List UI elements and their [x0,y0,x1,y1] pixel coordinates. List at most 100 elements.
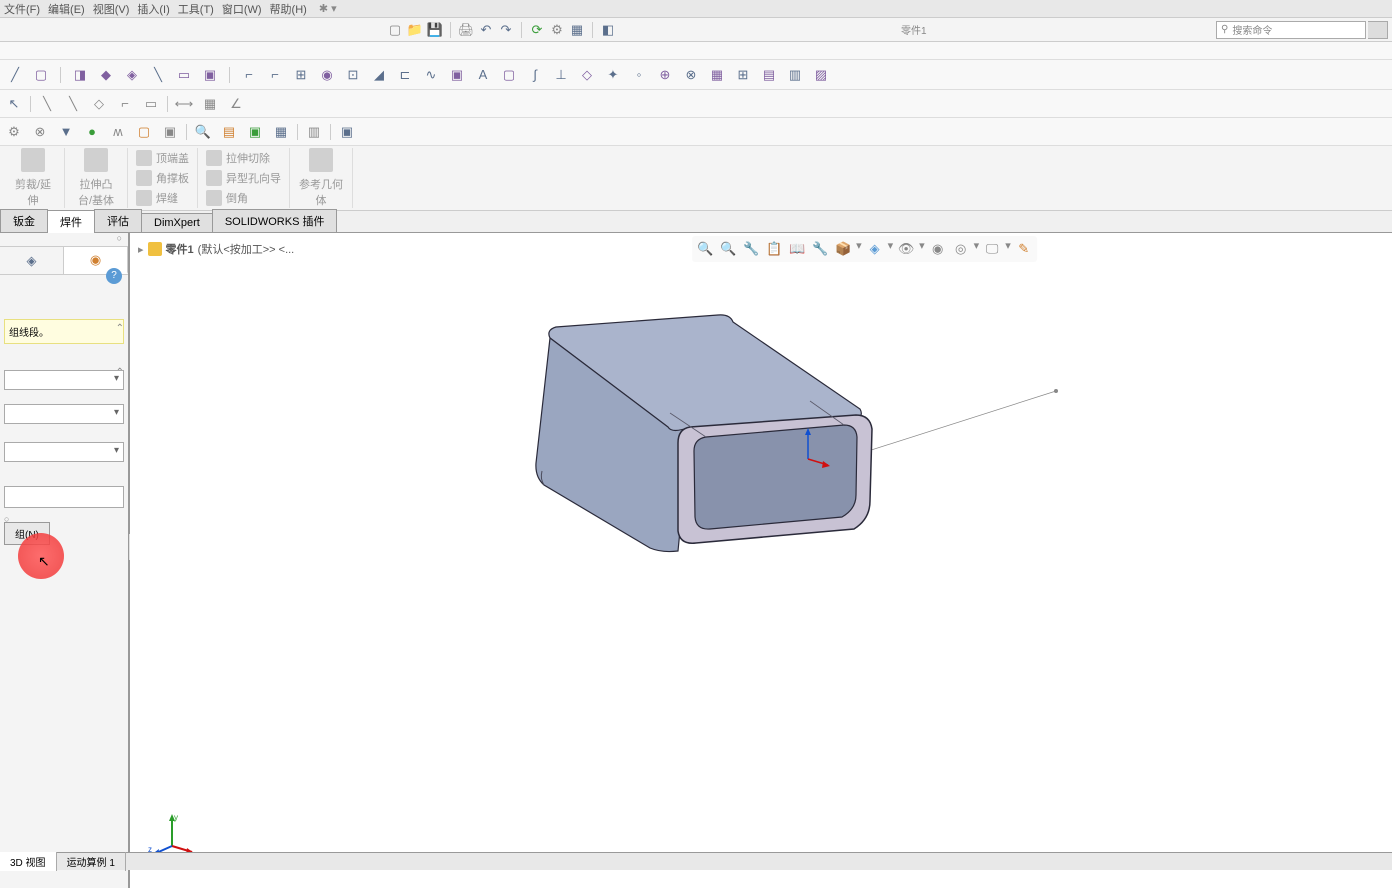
t4-icon[interactable]: ● [82,122,102,142]
axis-icon[interactable]: ✦ [602,64,624,86]
menu-edit[interactable]: 编辑(E) [48,1,85,17]
sketch-icon[interactable]: ▢ [30,64,52,86]
gusset-button[interactable]: 角撑板 [134,168,191,188]
t11-icon[interactable]: ▦ [271,122,291,142]
quick-access-toolbar: ▢ 📁 💾 🖨 ↶ ↷ ⟳ ⚙ ▦ ◧ 零件1 ⚲ 搜索命令 [0,18,1392,42]
point-icon[interactable]: ◦ [628,64,650,86]
sketch-rect-icon[interactable]: ╲ [63,94,83,114]
panel-tab-feature[interactable]: ◈ [0,247,64,274]
tab-motion-study[interactable]: 运动算例 1 [57,852,126,871]
text-icon[interactable]: A [472,64,494,86]
tool5-icon[interactable]: ▥ [784,64,806,86]
save-icon[interactable]: 💾 [426,21,444,39]
t9-icon[interactable]: ▤ [219,122,239,142]
fillet-icon[interactable]: ⌐ [238,64,260,86]
menu-file[interactable]: 文件(F) [4,1,40,17]
undo-icon[interactable]: ↶ [477,21,495,39]
draft-icon[interactable]: ◢ [368,64,390,86]
wrap-icon[interactable]: ∿ [420,64,442,86]
tab-weldments[interactable]: 焊件 [47,210,95,233]
tool4-icon[interactable]: ▤ [758,64,780,86]
tool-icon[interactable]: ▦ [568,21,586,39]
curve-icon[interactable]: ∫ [524,64,546,86]
search-button[interactable] [1368,21,1388,39]
cut-icon[interactable]: ▣ [199,64,221,86]
input-field[interactable] [4,486,124,508]
ref-geometry-button[interactable]: 参考几何体 [296,146,346,210]
sketch-circle-icon[interactable]: ◇ [89,94,109,114]
sketch-line-icon[interactable]: ╲ [37,94,57,114]
redo-icon[interactable]: ↷ [497,21,515,39]
shell-icon[interactable]: ⊏ [394,64,416,86]
weld-bead-button[interactable]: 焊缝 [134,188,191,208]
tool6-icon[interactable]: ▨ [810,64,832,86]
mate-icon[interactable]: ⊗ [680,64,702,86]
sketch-arc-icon[interactable]: ⌐ [115,94,135,114]
pattern-icon[interactable]: ⊞ [290,64,312,86]
loft-icon[interactable]: ╲ [147,64,169,86]
menu-help[interactable]: 帮助(H) [270,1,307,17]
box-icon[interactable]: ▢ [498,64,520,86]
extrude-cut-button[interactable]: 拉伸切除 [204,148,283,168]
options-icon[interactable]: ⚙ [548,21,566,39]
t3-icon[interactable]: ▼ [56,122,76,142]
plane-icon[interactable]: ◇ [576,64,598,86]
menu-window[interactable]: 窗口(W) [222,1,262,17]
rib-icon[interactable]: ⊡ [342,64,364,86]
grid-icon[interactable]: ▦ [200,94,220,114]
gear-icon[interactable]: ⚙ [4,122,24,142]
boundary-icon[interactable]: ▭ [173,64,195,86]
line-icon[interactable]: ╱ [4,64,26,86]
dropdown-3[interactable] [4,442,124,462]
menu-bar: 文件(F) 编辑(E) 视图(V) 插入(I) 工具(T) 窗口(W) 帮助(H… [0,0,1392,18]
dome-icon[interactable]: ▣ [446,64,468,86]
color-icon[interactable]: ◧ [599,21,617,39]
tool3-icon[interactable]: ⊞ [732,64,754,86]
tool2-icon[interactable]: ▦ [706,64,728,86]
menu-insert[interactable]: 插入(I) [137,1,169,17]
ref-icon[interactable]: ⊥ [550,64,572,86]
collapse-icon[interactable]: ⌃ [116,323,124,334]
main-area: ○ ◈ ◉ ? ⌃ 组线段。 ⌃ ○ 组(N) ↖ ▸ 零件1 (默 [0,233,1392,888]
t12-icon[interactable]: ▥ [304,122,324,142]
tab-addins[interactable]: SOLIDWORKS 插件 [212,209,338,232]
t8-icon[interactable]: 🔍 [193,122,213,142]
hole-wizard-button[interactable]: 异型孔向导 [204,168,283,188]
panel-body: ⌃ 组线段。 ⌃ ○ 组(N) ↖ [0,275,128,888]
menu-view[interactable]: 视图(V) [93,1,130,17]
chamfer-icon[interactable]: ⌐ [264,64,286,86]
view-triad[interactable]: y x z [148,810,196,858]
tab-evaluate[interactable]: 评估 [94,209,142,232]
dim-icon[interactable]: ⟷ [174,94,194,114]
sweep-icon[interactable]: ◈ [121,64,143,86]
search-input[interactable]: ⚲ 搜索命令 [1216,21,1366,39]
pattern2-icon[interactable]: ◉ [316,64,338,86]
dropdown-2[interactable] [4,404,124,424]
tab-3dview[interactable]: 3D 视图 [0,852,57,871]
tab-sheetmetal[interactable]: 钣金 [0,209,48,232]
menu-tools[interactable]: 工具(T) [178,1,214,17]
t5-icon[interactable]: ʍ [108,122,128,142]
t7-icon[interactable]: ▣ [160,122,180,142]
t10-icon[interactable]: ▣ [245,122,265,142]
sketch-spline-icon[interactable]: ▭ [141,94,161,114]
revolve-icon[interactable]: ◆ [95,64,117,86]
extrude-boss-button[interactable]: 拉伸凸台/基体 [71,146,121,210]
open-icon[interactable]: 📁 [406,21,424,39]
dropdown-1[interactable] [4,370,124,390]
extrude-icon[interactable]: ◨ [69,64,91,86]
trim-extend-button[interactable]: 剪裁/延伸 [8,146,58,210]
viewport[interactable]: ▸ 零件1 (默认<按加工>> <... 🔍 🔍 🔧 📋 📖 🔧 📦 ▾ ◈ ▾… [130,233,1392,888]
tab-dimxpert[interactable]: DimXpert [141,213,213,232]
t2-icon[interactable]: ⊗ [30,122,50,142]
end-cap-button[interactable]: 顶端盖 [134,148,191,168]
chamfer-button[interactable]: 倒角 [204,188,283,208]
print-icon[interactable]: 🖨 [457,21,475,39]
t13-icon[interactable]: ▣ [337,122,357,142]
t6-icon[interactable]: ▢ [134,122,154,142]
rebuild-icon[interactable]: ⟳ [528,21,546,39]
new-doc-icon[interactable]: ▢ [386,21,404,39]
angle-icon[interactable]: ∠ [226,94,246,114]
coord-icon[interactable]: ⊕ [654,64,676,86]
select-icon[interactable]: ↖ [4,94,24,114]
